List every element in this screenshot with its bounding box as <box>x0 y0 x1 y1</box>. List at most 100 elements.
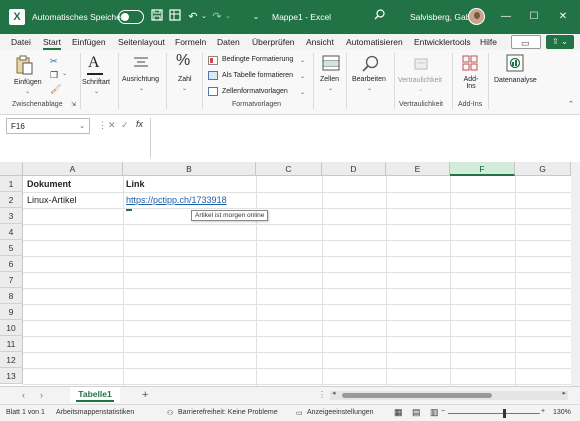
workbook-statistics-button[interactable]: Arbeitsmappenstatistiken <box>56 409 134 416</box>
name-box-dropdown-icon[interactable]: ⌄ <box>79 122 85 130</box>
display-settings-button[interactable]: Anzeigeeinstellungen <box>307 409 374 416</box>
autosave-toggle[interactable] <box>118 10 144 24</box>
cell-styles-button[interactable]: Zellenformatvorlagen <box>222 88 288 95</box>
page-break-view-icon[interactable]: ▥ <box>430 407 439 418</box>
addins-icon[interactable] <box>462 55 478 73</box>
share-button[interactable]: ⇪ ⌄ <box>546 35 574 49</box>
editing-label[interactable]: Bearbeiten <box>352 76 386 83</box>
cell-styles-dropdown-icon[interactable]: ⌄ <box>300 89 305 96</box>
copy-icon[interactable]: ❐ <box>50 70 58 81</box>
close-icon[interactable]: ✕ <box>555 9 571 25</box>
addins-label[interactable]: Add-Ins <box>460 76 482 90</box>
formula-input[interactable] <box>150 118 578 158</box>
row-header-12[interactable]: 12 <box>0 352 23 368</box>
clipboard-launcher-icon[interactable]: ⇲ <box>71 101 76 108</box>
redo-icon[interactable]: ↷ <box>210 9 224 25</box>
select-all-corner[interactable] <box>0 162 23 176</box>
cell-a1[interactable]: Dokument <box>27 176 71 192</box>
row-header-6[interactable]: 6 <box>0 256 23 272</box>
horizontal-scrollbar[interactable]: ◂ ▸ <box>330 389 568 400</box>
format-as-table-button[interactable]: Als Tabelle formatieren <box>222 72 293 79</box>
user-name[interactable]: Salvisberg, Gaby <box>410 12 475 22</box>
tab-einfuegen[interactable]: Einfügen <box>72 37 106 47</box>
insert-function-icon[interactable]: fx <box>136 119 143 129</box>
normal-view-icon[interactable]: ▦ <box>394 407 403 418</box>
formula-menu-icon[interactable]: ⋮ <box>98 120 107 131</box>
tab-automatisieren[interactable]: Automatisieren <box>346 37 403 47</box>
format-painter-icon[interactable]: 🖌 <box>50 84 61 95</box>
column-header-e[interactable]: E <box>386 162 450 176</box>
row-header-9[interactable]: 9 <box>0 304 23 320</box>
column-header-g[interactable]: G <box>515 162 571 176</box>
editing-dropdown-icon[interactable]: ⌄ <box>367 85 372 92</box>
redo-dropdown-icon[interactable]: ⌄ <box>224 9 232 25</box>
font-dropdown-icon[interactable]: ⌄ <box>94 88 99 95</box>
zoom-out-icon[interactable]: − <box>441 408 445 415</box>
data-analysis-label[interactable]: Datenanalyse <box>494 77 537 84</box>
tab-datei[interactable]: Datei <box>11 37 31 47</box>
conditional-formatting-icon[interactable] <box>208 56 218 65</box>
undo-dropdown-icon[interactable]: ⌄ <box>200 9 208 25</box>
row-header-1[interactable]: 1 <box>0 176 23 192</box>
cells-label[interactable]: Zellen <box>320 76 339 83</box>
accessibility-status[interactable]: Barrierefreiheit: Keine Probleme <box>178 409 278 416</box>
alignment-label[interactable]: Ausrichtung <box>122 76 159 83</box>
avatar[interactable] <box>468 8 485 25</box>
conditional-formatting-dropdown-icon[interactable]: ⌄ <box>300 57 305 64</box>
zoom-slider[interactable] <box>448 413 540 414</box>
tab-ansicht[interactable]: Ansicht <box>306 37 334 47</box>
sheet-next-icon[interactable]: › <box>40 390 43 400</box>
vertical-scrollbar[interactable] <box>571 162 580 386</box>
row-header-2[interactable]: 2 <box>0 192 23 208</box>
paste-icon[interactable] <box>14 55 34 77</box>
paste-dropdown-icon[interactable]: ⌄ <box>25 88 30 95</box>
maximize-icon[interactable]: ☐ <box>526 9 542 25</box>
column-header-c[interactable]: C <box>256 162 322 176</box>
copy-dropdown-icon[interactable]: ⌄ <box>62 70 67 77</box>
zoom-in-icon[interactable]: + <box>541 408 545 415</box>
font-icon[interactable]: A <box>88 54 100 72</box>
number-label[interactable]: Zahl <box>178 76 192 83</box>
zoom-level[interactable]: 130% <box>553 409 571 416</box>
row-header-10[interactable]: 10 <box>0 320 23 336</box>
cells-dropdown-icon[interactable]: ⌄ <box>328 85 333 92</box>
row-header-13[interactable]: 13 <box>0 368 23 384</box>
paste-label[interactable]: Einfügen <box>14 79 42 86</box>
page-layout-view-icon[interactable]: ▤ <box>412 407 421 418</box>
cell-styles-icon[interactable] <box>208 87 218 96</box>
autocorrect-marker[interactable] <box>126 209 132 211</box>
number-dropdown-icon[interactable]: ⌄ <box>182 85 187 92</box>
search-icon[interactable] <box>372 9 386 25</box>
column-header-a[interactable]: A <box>23 162 123 176</box>
zoom-slider-thumb[interactable] <box>503 409 506 418</box>
collapse-ribbon-icon[interactable]: ⌃ <box>568 100 574 108</box>
sheet-tab-tabelle1[interactable]: Tabelle1 <box>70 387 120 403</box>
font-label[interactable]: Schriftart <box>82 79 110 86</box>
row-header-3[interactable]: 3 <box>0 208 23 224</box>
save-icon[interactable] <box>150 9 164 25</box>
alignment-dropdown-icon[interactable]: ⌄ <box>139 85 144 92</box>
display-settings-icon[interactable]: ▭ <box>296 409 303 417</box>
tab-formeln[interactable]: Formeln <box>175 37 206 47</box>
cancel-icon[interactable]: ✕ <box>108 120 116 131</box>
row-header-5[interactable]: 5 <box>0 240 23 256</box>
column-header-f[interactable]: F <box>450 162 515 176</box>
cut-icon[interactable]: ✂ <box>50 56 58 67</box>
tab-seitenlayout[interactable]: Seitenlayout <box>118 37 165 47</box>
row-header-11[interactable]: 11 <box>0 336 23 352</box>
tab-entwicklertools[interactable]: Entwicklertools <box>414 37 471 47</box>
row-header-4[interactable]: 4 <box>0 224 23 240</box>
data-analysis-icon[interactable] <box>506 54 524 74</box>
cell-a2[interactable]: Linux-Artikel <box>27 192 77 208</box>
row-header-8[interactable]: 8 <box>0 288 23 304</box>
comments-button[interactable]: ▭ <box>511 35 541 49</box>
format-as-table-icon[interactable] <box>208 71 218 80</box>
scrollbar-thumb[interactable] <box>342 393 492 398</box>
scroll-right-icon[interactable]: ▸ <box>562 389 566 397</box>
tab-start[interactable]: Start <box>43 37 61 50</box>
tab-hilfe[interactable]: Hilfe <box>480 37 497 47</box>
column-header-d[interactable]: D <box>322 162 386 176</box>
name-box[interactable]: F16 ⌄ <box>6 118 90 134</box>
row-header-7[interactable]: 7 <box>0 272 23 288</box>
sheet-prev-icon[interactable]: ‹ <box>22 390 25 400</box>
